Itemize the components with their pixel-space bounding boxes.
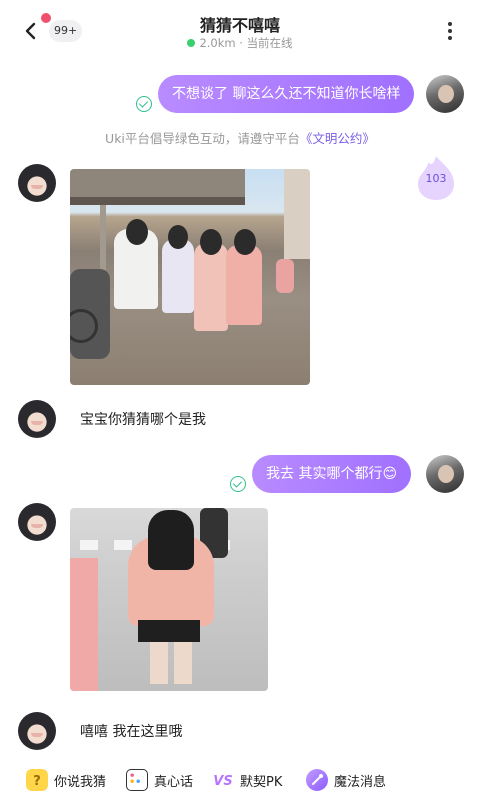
message-bubble-sent[interactable]: 不想谈了 聊这么久还不知道你长啥样: [158, 75, 415, 113]
person-2-hair-shape: [168, 225, 188, 249]
magic-wand-icon: [306, 769, 328, 791]
foreground-pink-shape: [70, 558, 98, 691]
contact-avatar[interactable]: [18, 503, 56, 541]
tool-guess-game-button[interactable]: ? 你说我猜: [26, 768, 106, 792]
contact-avatar[interactable]: [18, 400, 56, 438]
my-avatar[interactable]: [426, 455, 464, 493]
tool-label: 默契PK: [240, 774, 283, 790]
svg-text:VS: VS: [213, 774, 232, 789]
versus-icon: VS: [212, 769, 234, 791]
photo-message-street[interactable]: [70, 508, 268, 691]
read-receipt-icon: [136, 96, 152, 112]
tool-label: 魔法消息: [334, 774, 387, 790]
distance-text: 2.0km: [199, 36, 236, 50]
chat-title: 猜猜不嘻嘻: [199, 16, 280, 35]
interaction-toolbar: ? 你说我猜 真心话 VS 默契PK 魔法消息: [0, 760, 480, 800]
tool-pk-button[interactable]: VS 默契PK: [212, 768, 282, 792]
walking-person-hair-shape: [148, 510, 194, 570]
message-bubble-received[interactable]: 宝宝你猜猜哪个是我: [80, 410, 206, 430]
notice-text: Uki平台倡导绿色互动，请遵守平台: [105, 131, 300, 146]
status-separator: ·: [239, 36, 243, 50]
walking-person-shorts-shape: [138, 620, 200, 642]
tool-label: 真心话: [154, 774, 194, 790]
message-bubble-received[interactable]: 嘻嘻 我在这里哦: [80, 722, 182, 742]
person-3-shape: [194, 243, 228, 331]
photo-message-group[interactable]: [70, 169, 310, 385]
left-leg-shape: [150, 642, 168, 684]
tool-label: 你说我猜: [54, 774, 107, 790]
heat-value: 103: [425, 172, 447, 185]
user-status-line: 2.0km · 当前在线: [0, 35, 480, 51]
building-shape: [284, 169, 310, 259]
person-2-shape: [162, 239, 194, 313]
svg-text:?: ?: [33, 774, 41, 789]
person-4-shape: [226, 245, 262, 325]
chat-header: 99+ 猜猜不嘻嘻 2.0km · 当前在线: [0, 0, 480, 62]
dice-icon: [126, 769, 148, 791]
contact-avatar[interactable]: [18, 164, 56, 202]
canopy-edge-shape: [70, 197, 245, 205]
person-1-hair-shape: [126, 219, 148, 245]
platform-notice: Uki平台倡导绿色互动，请遵守平台《文明公约》: [0, 128, 480, 147]
read-receipt-icon: [230, 476, 246, 492]
background-person-shape: [276, 259, 294, 293]
tool-magic-message-button[interactable]: 魔法消息: [306, 768, 386, 792]
online-indicator-icon: [187, 39, 196, 47]
right-leg-shape: [174, 642, 192, 684]
question-card-icon: ?: [26, 769, 48, 791]
contact-avatar[interactable]: [18, 712, 56, 750]
more-options-icon[interactable]: [442, 20, 458, 42]
person-3-hair-shape: [200, 229, 222, 255]
online-status-text: 当前在线: [246, 36, 293, 50]
person-4-hair-shape: [234, 229, 256, 255]
civility-pact-link[interactable]: 《文明公约》: [300, 131, 375, 146]
message-bubble-sent[interactable]: 我去 其实哪个都行😊: [252, 455, 412, 493]
intimacy-heat-badge[interactable]: 103: [414, 154, 458, 202]
my-avatar[interactable]: [426, 75, 464, 113]
tool-truth-button[interactable]: 真心话: [126, 768, 193, 792]
